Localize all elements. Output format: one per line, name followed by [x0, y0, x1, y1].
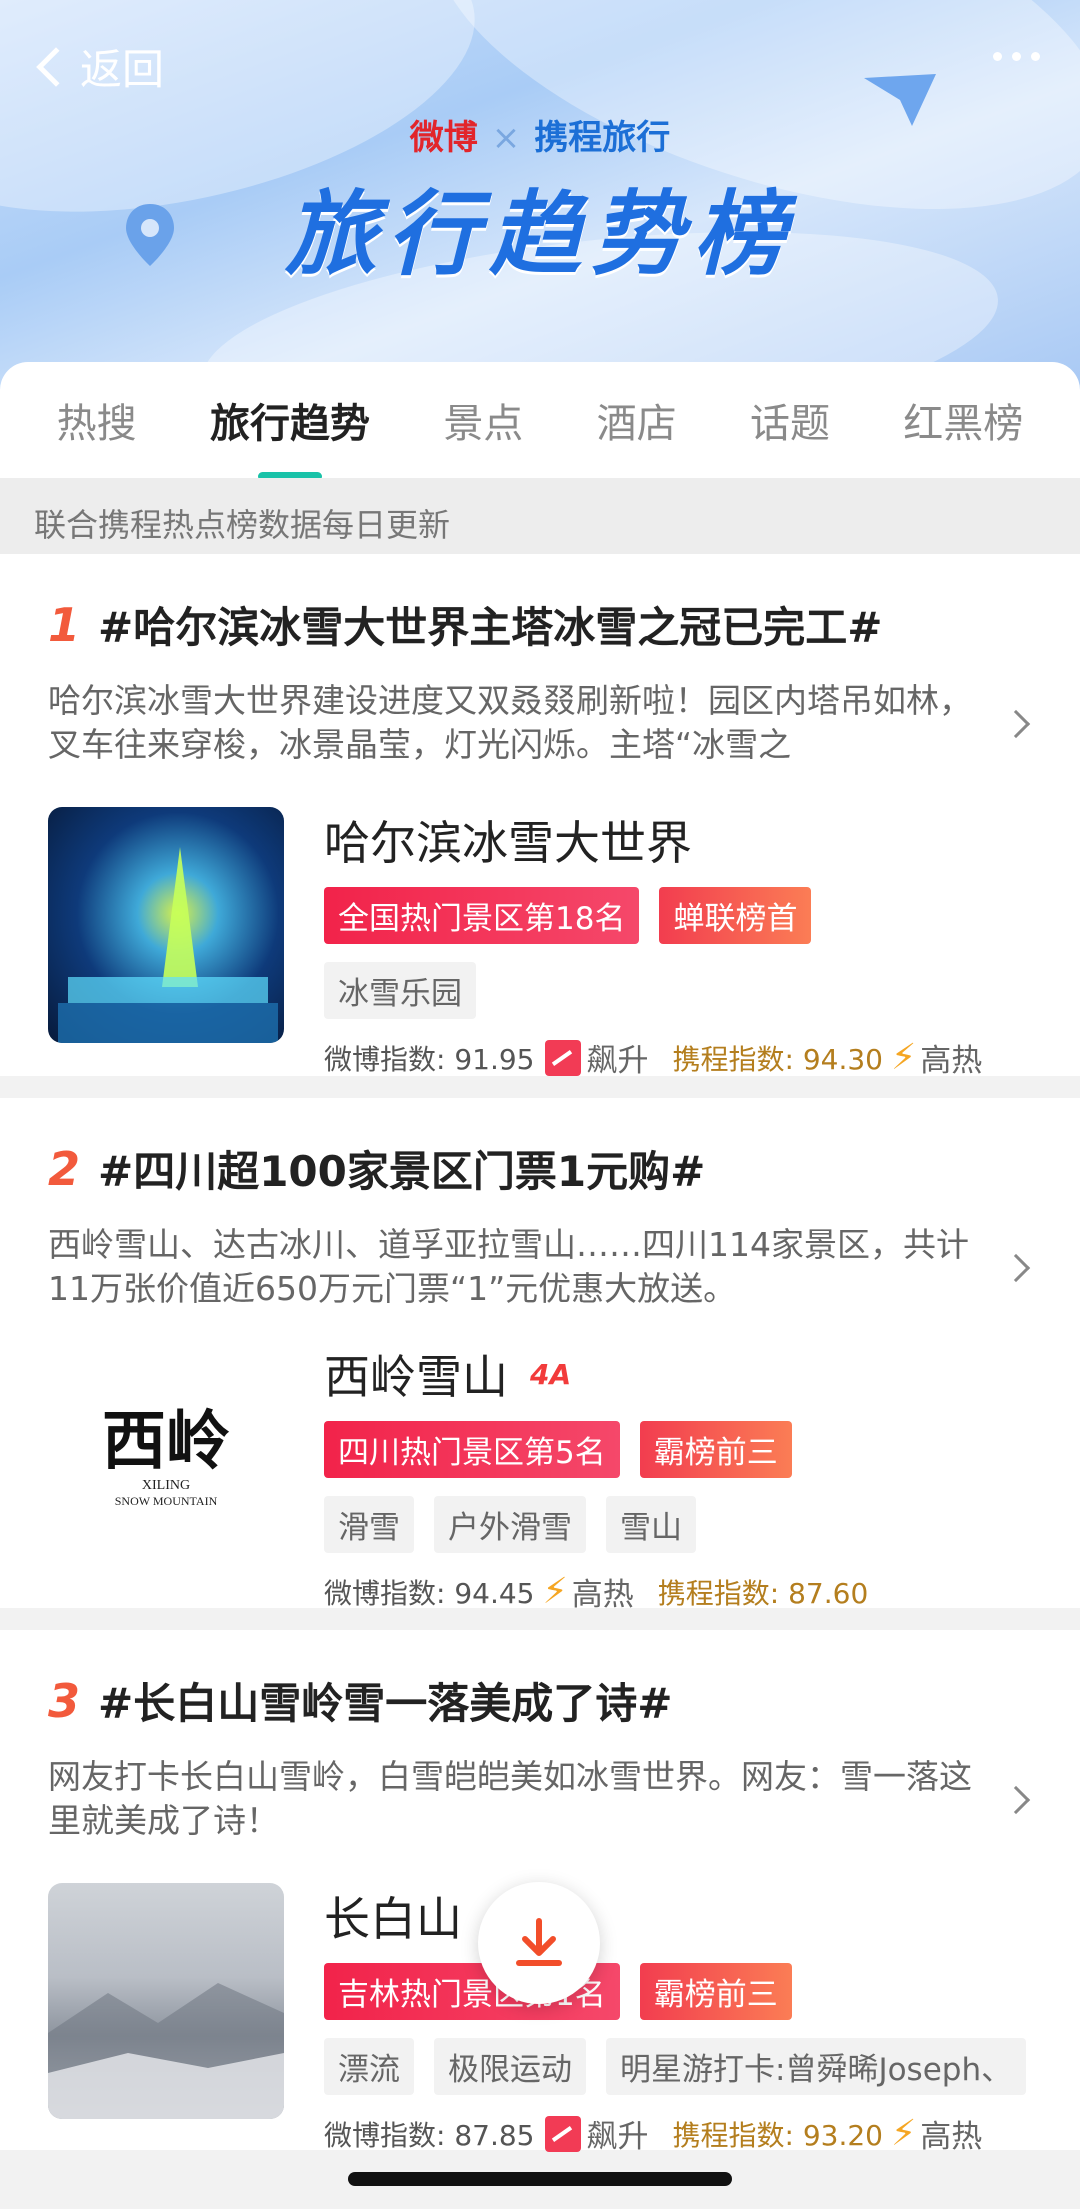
download-button[interactable]	[478, 1882, 600, 2004]
fire-icon: ⚡	[891, 2112, 917, 2154]
topic-description: 网友打卡长白山雪岭，白雪皑皑美如冰雪世界。网友：雪一落这里就美成了诗！	[48, 1757, 972, 1840]
poi-tag[interactable]: 滑雪	[324, 1496, 414, 1553]
ctrip-index: 携程指数: 87.60	[657, 1576, 869, 1610]
ctrip-brand: 携程旅行	[534, 118, 671, 158]
poi-name: 长白山	[324, 1892, 462, 1946]
poi-logo: 西岭 XILING SNOW MOUNTAIN	[48, 1341, 284, 1577]
topic-title[interactable]: 1 #哈尔滨冰雪大世界主塔冰雪之冠已完工#	[48, 594, 1032, 655]
chevron-right-icon[interactable]	[1001, 710, 1031, 739]
brand-row: 微博 × 携程旅行	[409, 118, 671, 158]
weibo-trend: 飙升	[586, 1043, 649, 1079]
tab-bar: 热搜 旅行趋势 景点 酒店 话题 红黑榜	[0, 362, 1080, 478]
topic-title[interactable]: 3 #长白山雪岭雪一落美成了诗#	[48, 1670, 1032, 1731]
streak-badge: 蝉联榜首	[659, 887, 812, 944]
weibo-index: 微博指数: 94.45	[324, 1576, 535, 1610]
page-title: 旅行趋势榜	[284, 181, 795, 288]
poi-tag[interactable]: 冰雪乐园	[324, 962, 476, 1019]
poi-name: 哈尔滨冰雪大世界	[324, 816, 692, 870]
poi-tag[interactable]: 雪山	[606, 1496, 696, 1553]
poi-thumbnail	[48, 1883, 284, 2119]
level-badge: 4A	[530, 1357, 572, 1391]
streak-badge: 霸榜前三	[639, 1963, 792, 2020]
ctrip-trend: 高热	[920, 2119, 983, 2155]
rise-icon	[544, 1039, 581, 1076]
more-button[interactable]	[993, 52, 1040, 61]
back-chevron-icon	[36, 46, 76, 87]
tab-attractions[interactable]: 景点	[443, 381, 523, 459]
weibo-trend: 飙升	[586, 2119, 649, 2155]
index-metrics: 微博指数: 87.85 飙升 携程指数: 93.20 ⚡ 高热	[324, 2111, 1032, 2156]
poi-tag[interactable]: 漂流	[324, 2038, 414, 2095]
topic-description: 西岭雪山、达古冰川、道孚亚拉雪山……四川114家景区，共计11万张价值近650万…	[48, 1225, 969, 1308]
download-icon	[516, 1918, 562, 1966]
home-indicator[interactable]	[348, 2172, 732, 2186]
tab-travel-trend[interactable]: 旅行趋势	[210, 381, 370, 459]
rank-number: 3	[48, 1673, 81, 1728]
ctrip-trend: 高热	[920, 1043, 983, 1079]
poi-card[interactable]: 西岭 XILING SNOW MOUNTAIN 西岭雪山 4A 四川热门景区第5…	[48, 1341, 1032, 1614]
weibo-index: 微博指数: 91.95	[324, 1042, 535, 1076]
header-banner: 返回 微博 × 携程旅行 旅行趋势榜	[0, 0, 1080, 400]
chevron-right-icon[interactable]	[1001, 1254, 1031, 1283]
rank-number: 2	[48, 1141, 81, 1196]
poi-thumbnail	[48, 807, 284, 1043]
rank-badge: 四川热门景区第5名	[324, 1421, 620, 1478]
more-dots-icon	[993, 52, 1002, 61]
tab-topics[interactable]: 话题	[750, 381, 830, 459]
index-metrics: 微博指数: 91.95 飙升 携程指数: 94.30 ⚡ 高热	[324, 1035, 1032, 1080]
poi-tag[interactable]: 极限运动	[434, 2038, 586, 2095]
rank-badge: 全国热门景区第18名	[324, 887, 640, 944]
poi-card[interactable]: 哈尔滨冰雪大世界 全国热门景区第18名 蝉联榜首 冰雪乐园 微博指数: 91.9…	[48, 807, 1032, 1080]
tab-hot-search[interactable]: 热搜	[57, 381, 137, 459]
poi-tag[interactable]: 户外滑雪	[434, 1496, 586, 1553]
back-button[interactable]: 返回	[34, 36, 164, 97]
tab-red-black-list[interactable]: 红黑榜	[903, 381, 1023, 459]
weibo-brand: 微博	[409, 118, 478, 158]
poi-name: 西岭雪山	[324, 1350, 508, 1404]
ctrip-index: 携程指数: 94.30	[672, 1042, 884, 1076]
back-label: 返回	[80, 45, 165, 94]
ctrip-index: 携程指数: 93.20	[672, 2118, 884, 2152]
update-notice: 联合携程热点榜数据每日更新	[0, 478, 1080, 554]
poi-tag[interactable]: 明星游打卡:曾舜晞Joseph、	[606, 2038, 1027, 2095]
streak-badge: 霸榜前三	[639, 1421, 792, 1478]
fire-icon: ⚡	[891, 1036, 917, 1078]
rank-number: 1	[48, 597, 81, 652]
tab-hotels[interactable]: 酒店	[597, 381, 677, 459]
weibo-index: 微博指数: 87.85	[324, 2118, 535, 2152]
topic-description: 哈尔滨冰雪大世界建设进度又双叒叕刷新啦！园区内塔吊如林，叉车往来穿梭，冰景晶莹，…	[48, 681, 972, 764]
list-item[interactable]: 2 #四川超100家景区门票1元购# 西岭雪山、达古冰川、道孚亚拉雪山……四川1…	[0, 1098, 1080, 1613]
rise-icon	[544, 2115, 581, 2152]
fire-icon: ⚡	[542, 1570, 568, 1612]
topic-title[interactable]: 2 #四川超100家景区门票1元购#	[48, 1138, 1032, 1199]
list-item[interactable]: 1 #哈尔滨冰雪大世界主塔冰雪之冠已完工# 哈尔滨冰雪大世界建设进度又双叒叕刷新…	[0, 554, 1080, 1079]
chevron-right-icon[interactable]	[1001, 1786, 1031, 1815]
